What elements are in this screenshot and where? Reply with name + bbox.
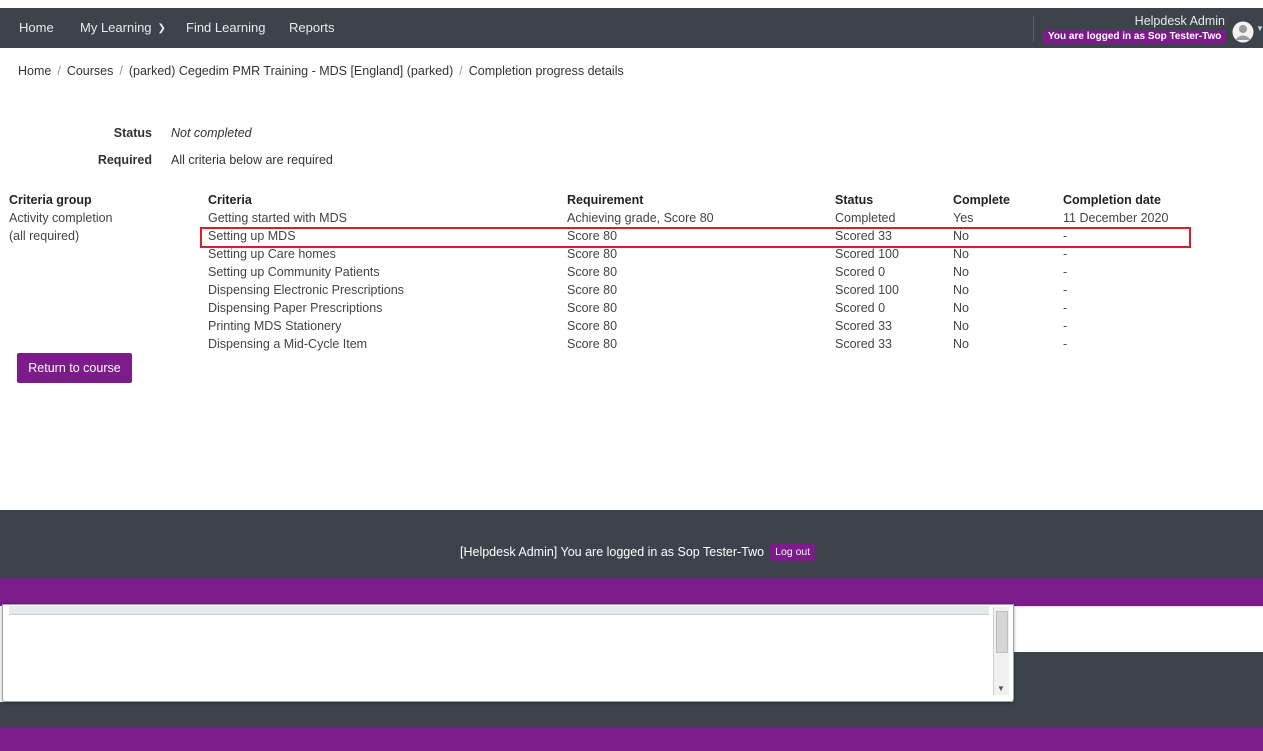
- breadcrumb-separator: /: [119, 64, 123, 78]
- background-footer-duplicate: [1013, 652, 1263, 727]
- cell-criteria: Dispensing Electronic Prescriptions: [208, 283, 404, 297]
- popup-window[interactable]: ▼: [2, 604, 1014, 702]
- cell-status: Scored 100: [835, 247, 899, 261]
- nav-my-learning-label: My Learning: [80, 20, 152, 35]
- cell-completion-date: -: [1063, 337, 1068, 351]
- cell-requirement: Achieving grade, Score 80: [567, 211, 714, 225]
- cell-status: Completed: [835, 211, 896, 225]
- footer-text: [Helpdesk Admin] You are logged in as So…: [460, 544, 816, 561]
- cell-complete: Yes: [953, 211, 974, 225]
- cell-requirement: Score 80: [567, 319, 618, 333]
- cell-requirement: Score 80: [567, 247, 618, 261]
- nav-reports[interactable]: Reports: [289, 8, 335, 48]
- cell-criteria: Setting up Community Patients: [208, 265, 380, 279]
- cell-completion-date: -: [1063, 301, 1068, 315]
- header-criteria-group: Criteria group: [9, 193, 92, 207]
- header-completion-date: Completion date: [1063, 193, 1161, 207]
- cell-criteria: Setting up Care homes: [208, 247, 336, 261]
- background-panel: [1013, 606, 1263, 653]
- cell-status: Scored 33: [835, 337, 892, 351]
- logout-button[interactable]: Log out: [770, 544, 816, 561]
- cell-complete: No: [953, 301, 969, 315]
- nav-my-learning[interactable]: My Learning ❯: [80, 8, 166, 48]
- caret-down-icon[interactable]: ▼: [1256, 24, 1263, 33]
- nav-home[interactable]: Home: [19, 8, 54, 48]
- cell-status: Scored 0: [835, 265, 886, 279]
- avatar-icon[interactable]: [1232, 21, 1254, 43]
- breadcrumb-separator: /: [57, 64, 61, 78]
- cell-requirement: Score 80: [567, 337, 618, 351]
- cell-complete: No: [953, 283, 969, 297]
- cell-status: Scored 0: [835, 301, 886, 315]
- return-to-course-button[interactable]: Return to course: [17, 353, 132, 383]
- criteria-group-note: (all required): [9, 229, 80, 243]
- header-complete: Complete: [953, 193, 1010, 207]
- scroll-down-arrow-icon[interactable]: ▼: [997, 684, 1005, 693]
- background-footer-strip: [0, 702, 1013, 727]
- cell-requirement: Score 80: [567, 283, 618, 297]
- cell-complete: No: [953, 337, 969, 351]
- nav-divider: [1033, 16, 1034, 42]
- cell-completion-date: -: [1063, 247, 1068, 261]
- breadcrumb-separator: /: [459, 64, 463, 78]
- breadcrumb-home[interactable]: Home: [18, 64, 51, 78]
- nav-find-learning[interactable]: Find Learning: [186, 8, 266, 48]
- cell-criteria: Printing MDS Stationery: [208, 319, 342, 333]
- cell-requirement: Score 80: [567, 301, 618, 315]
- chevron-down-icon: ❯: [157, 23, 166, 34]
- cell-complete: No: [953, 319, 969, 333]
- cell-completion-date: -: [1063, 283, 1068, 297]
- header-status: Status: [835, 193, 874, 207]
- header-requirement: Requirement: [567, 193, 644, 207]
- cell-complete: No: [953, 247, 969, 261]
- breadcrumb-courses[interactable]: Courses: [67, 64, 114, 78]
- criteria-group-name: Activity completion: [9, 211, 113, 225]
- required-label: Required: [97, 153, 152, 167]
- bottom-purple-band: [0, 727, 1263, 751]
- breadcrumb-current: Completion progress details: [468, 64, 624, 78]
- cell-criteria: Dispensing Paper Prescriptions: [208, 301, 383, 315]
- status-value: Not completed: [171, 126, 252, 140]
- purple-band: [0, 578, 1263, 606]
- footer-logged-in-text: [Helpdesk Admin] You are logged in as So…: [460, 544, 765, 559]
- breadcrumb-course[interactable]: (parked) Cegedim PMR Training - MDS [Eng…: [129, 64, 453, 78]
- footer: [Helpdesk Admin] You are logged in as So…: [0, 510, 1263, 578]
- popup-scrollbar[interactable]: ▼: [993, 607, 1009, 695]
- cell-requirement: Score 80: [567, 265, 618, 279]
- cell-status: Scored 100: [835, 283, 899, 297]
- user-name[interactable]: Helpdesk Admin: [1100, 14, 1225, 28]
- cell-status: Scored 33: [835, 319, 892, 333]
- header-criteria: Criteria: [208, 193, 252, 207]
- cell-completion-date: -: [1063, 265, 1068, 279]
- required-value: All criteria below are required: [171, 153, 333, 167]
- cell-criteria: Getting started with MDS: [208, 211, 347, 225]
- logged-in-as-badge: You are logged in as Sop Tester-Two: [1043, 30, 1227, 44]
- cell-completion-date: -: [1063, 319, 1068, 333]
- status-label: Status: [113, 126, 152, 140]
- breadcrumb: Home / Courses / (parked) Cegedim PMR Traini…: [18, 64, 624, 78]
- top-strip: [0, 0, 1263, 8]
- cell-criteria: Dispensing a Mid-Cycle Item: [208, 337, 368, 351]
- popup-tab-strip: [9, 606, 989, 615]
- cell-complete: No: [953, 265, 969, 279]
- top-navbar: Home My Learning ❯ Find Learning Reports …: [0, 8, 1263, 48]
- popup-scroll-thumb[interactable]: [996, 611, 1008, 653]
- highlight-box: [200, 227, 1191, 248]
- cell-completion-date: 11 December 2020: [1063, 211, 1169, 225]
